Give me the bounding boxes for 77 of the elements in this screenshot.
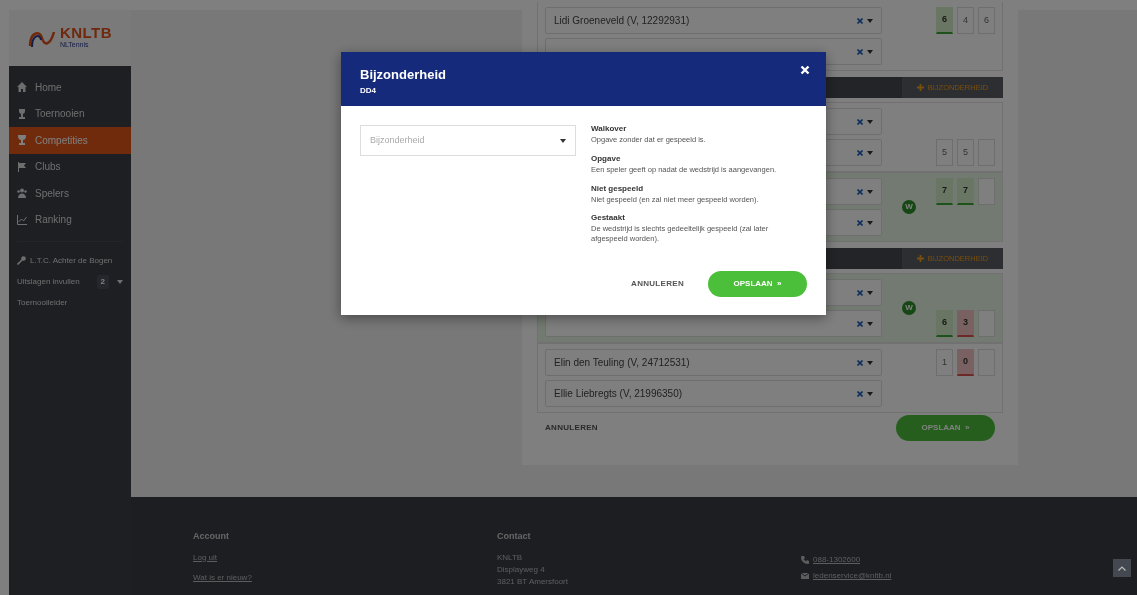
caret-icon — [867, 360, 873, 365]
dialog-title: Bijzonderheid — [360, 66, 446, 84]
sidebar-item[interactable]: Ranking — [9, 206, 131, 233]
cancel-button[interactable]: ANNULEREN — [631, 278, 684, 290]
score-field[interactable]: 6 — [936, 7, 953, 34]
mail-icon — [801, 573, 809, 579]
score-field[interactable]: 5 — [957, 139, 974, 166]
clear-icon[interactable] — [857, 320, 863, 327]
cancel-button[interactable]: ANNULEREN — [545, 422, 598, 434]
player-select[interactable]: Ellie Liebregts (V, 21996350) — [545, 380, 882, 407]
address-line: KNLTB — [497, 551, 524, 564]
score-field[interactable]: 6 — [936, 310, 953, 337]
definition-term: Walkover — [591, 123, 628, 135]
caret-icon — [867, 49, 873, 54]
sidebar-link[interactable]: Uitslagen invullen 2 — [9, 271, 131, 292]
count-badge: 2 — [96, 274, 109, 289]
caret-icon — [867, 391, 873, 396]
clear-icon[interactable] — [857, 48, 863, 55]
score-field[interactable]: 5 — [936, 139, 953, 166]
score-field[interactable]: 7 — [957, 178, 974, 205]
player-select[interactable]: Lidi Groeneveld (V, 12292931) — [545, 7, 882, 34]
scroll-top-button[interactable] — [1113, 559, 1131, 577]
winner-badge: W — [902, 200, 916, 214]
save-button[interactable]: OPSLAAN » — [708, 271, 807, 297]
caret-icon — [867, 150, 873, 155]
definition-term: Gestaakt — [591, 212, 626, 225]
caret-icon — [867, 220, 873, 225]
plus-icon — [916, 84, 924, 91]
definition-term: Opgave — [591, 152, 622, 165]
score-field[interactable]: 7 — [936, 178, 953, 205]
trophy-icon — [17, 135, 27, 146]
logo-text: KNLTB — [59, 25, 113, 41]
caret-icon — [867, 119, 873, 124]
plus-icon — [916, 255, 924, 262]
clear-icon[interactable] — [857, 149, 863, 156]
clear-icon[interactable] — [857, 17, 863, 24]
score-field[interactable]: 4 — [957, 7, 974, 34]
clear-icon[interactable] — [857, 289, 863, 296]
remark-select[interactable]: Bijzonderheid — [360, 125, 576, 156]
clear-icon[interactable] — [857, 390, 863, 397]
sidebar-item[interactable]: Spelers — [9, 180, 131, 207]
phone-icon — [801, 556, 809, 564]
trophy-icon — [17, 108, 27, 119]
caret-icon — [560, 138, 566, 143]
clear-icon[interactable] — [857, 118, 863, 125]
score-field[interactable]: 1 — [936, 349, 953, 376]
flag-icon — [17, 161, 27, 172]
phone-link[interactable]: 088-1302600 — [813, 554, 861, 566]
caret-icon — [867, 18, 873, 23]
player-select[interactable]: Elin den Teuling (V, 24712531) — [545, 349, 882, 376]
clear-icon[interactable] — [857, 219, 863, 226]
footer-heading: Account — [193, 530, 230, 543]
caret-icon — [867, 189, 873, 194]
key-icon — [17, 256, 26, 265]
caret-icon — [867, 321, 873, 326]
footer-heading: Contact — [497, 530, 532, 543]
sidebar-item[interactable]: Home — [9, 74, 131, 101]
sidebar-link[interactable]: Toernooileider — [9, 292, 131, 313]
club-name: L.T.C. Achter de Bogen — [30, 254, 113, 267]
users-icon — [17, 188, 27, 199]
definition-term: Niet gespeeld — [591, 182, 644, 195]
sidebar-item[interactable]: Clubs — [9, 153, 131, 180]
winner-badge: W — [902, 301, 916, 315]
home-icon — [17, 82, 27, 93]
score-field[interactable]: 0 — [957, 349, 974, 376]
clear-icon[interactable] — [857, 188, 863, 195]
dialog-subtitle: DD4 — [360, 84, 376, 97]
clear-icon[interactable] — [857, 359, 863, 366]
sidebar-item[interactable]: Toernooien — [9, 100, 131, 127]
score-field[interactable]: 3 — [957, 310, 974, 337]
sidebar-item[interactable]: Competities — [9, 127, 131, 154]
save-button[interactable]: OPSLAAN » — [896, 415, 995, 441]
chart-icon — [17, 214, 27, 225]
score-field[interactable]: 6 — [978, 7, 995, 34]
chevron-up-icon — [1118, 565, 1126, 571]
close-icon — [800, 65, 810, 76]
caret-icon — [867, 290, 873, 295]
